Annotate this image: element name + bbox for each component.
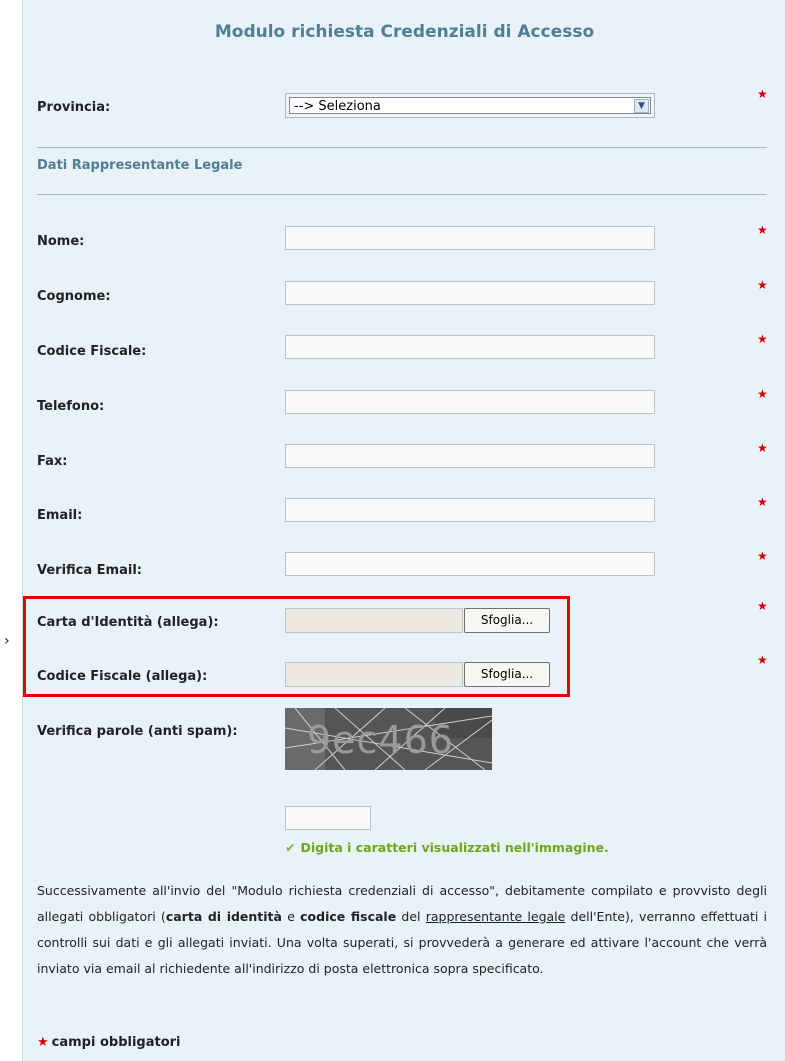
info-paragraph: Successivamente all'invio del "Modulo ri… — [37, 878, 767, 982]
provincia-label: Provincia: — [37, 100, 111, 115]
cognome-label: Cognome: — [37, 289, 111, 304]
required-star-icon: ★ — [757, 495, 768, 509]
cognome-input[interactable] — [285, 281, 655, 305]
chevron-down-icon[interactable]: ▼ — [634, 99, 649, 113]
section-title: Dati Rappresentante Legale — [37, 158, 243, 173]
info-text: e — [281, 909, 301, 924]
info-bold-carta: carta di identità — [165, 909, 282, 924]
captcha-image: 9ec466 — [285, 708, 492, 770]
divider — [37, 147, 767, 148]
captcha-input[interactable] — [285, 806, 371, 830]
required-star-icon: ★ — [757, 87, 768, 101]
carta-identita-label: Carta d'Identità (allega): — [37, 615, 219, 630]
required-star-icon: ★ — [757, 332, 768, 346]
verifica-email-input[interactable] — [285, 552, 655, 576]
telefono-input[interactable] — [285, 390, 655, 414]
email-label: Email: — [37, 508, 83, 523]
verifica-email-label: Verifica Email: — [37, 563, 142, 578]
pointer-arrow-icon: › — [4, 633, 10, 649]
info-bold-codice: codice fiscale — [300, 909, 397, 924]
info-text: del — [396, 909, 426, 924]
checkmark-icon: ✔ — [285, 840, 296, 855]
codice-fiscale-input[interactable] — [285, 335, 655, 359]
required-star-icon: ★ — [37, 1035, 49, 1050]
info-underline-rappresentante: rappresentante legale — [425, 909, 566, 924]
required-fields-note: ★ campi obbligatori — [37, 1035, 181, 1050]
email-input[interactable] — [285, 498, 655, 522]
required-star-icon: ★ — [757, 223, 768, 237]
codice-fiscale-allega-label: Codice Fiscale (allega): — [37, 669, 208, 684]
required-star-icon: ★ — [757, 441, 768, 455]
credentials-form-panel: Modulo richiesta Credenziali di Accesso … — [22, 0, 785, 1061]
captcha-label: Verifica parole (anti spam): — [37, 724, 238, 739]
provincia-select-box[interactable]: --> Seleziona ▼ — [289, 97, 651, 114]
nome-input[interactable] — [285, 226, 655, 250]
captcha-hint-text: Digita i caratteri visualizzati nell'imm… — [300, 840, 609, 855]
required-fields-text: campi obbligatori — [51, 1035, 181, 1050]
carta-identita-file-input[interactable] — [285, 608, 463, 633]
provincia-select[interactable]: --> Seleziona ▼ — [285, 93, 655, 118]
required-star-icon: ★ — [757, 549, 768, 563]
required-star-icon: ★ — [757, 599, 768, 613]
fax-input[interactable] — [285, 444, 655, 468]
divider — [37, 194, 767, 195]
fax-label: Fax: — [37, 454, 68, 469]
codice-fiscale-browse-button[interactable]: Sfoglia... — [464, 662, 550, 687]
carta-identita-browse-button[interactable]: Sfoglia... — [464, 608, 550, 633]
provincia-selected-value: --> Seleziona — [294, 99, 381, 114]
captcha-characters: 9ec466 — [307, 718, 454, 762]
codice-fiscale-file-input[interactable] — [285, 662, 463, 687]
required-star-icon: ★ — [757, 387, 768, 401]
codice-fiscale-label: Codice Fiscale: — [37, 344, 147, 359]
required-star-icon: ★ — [757, 653, 768, 667]
captcha-hint: ✔ Digita i caratteri visualizzati nell'im… — [285, 840, 609, 855]
nome-label: Nome: — [37, 234, 85, 249]
form-title: Modulo richiesta Credenziali di Accesso — [214, 22, 595, 42]
required-star-icon: ★ — [757, 278, 768, 292]
telefono-label: Telefono: — [37, 399, 105, 414]
